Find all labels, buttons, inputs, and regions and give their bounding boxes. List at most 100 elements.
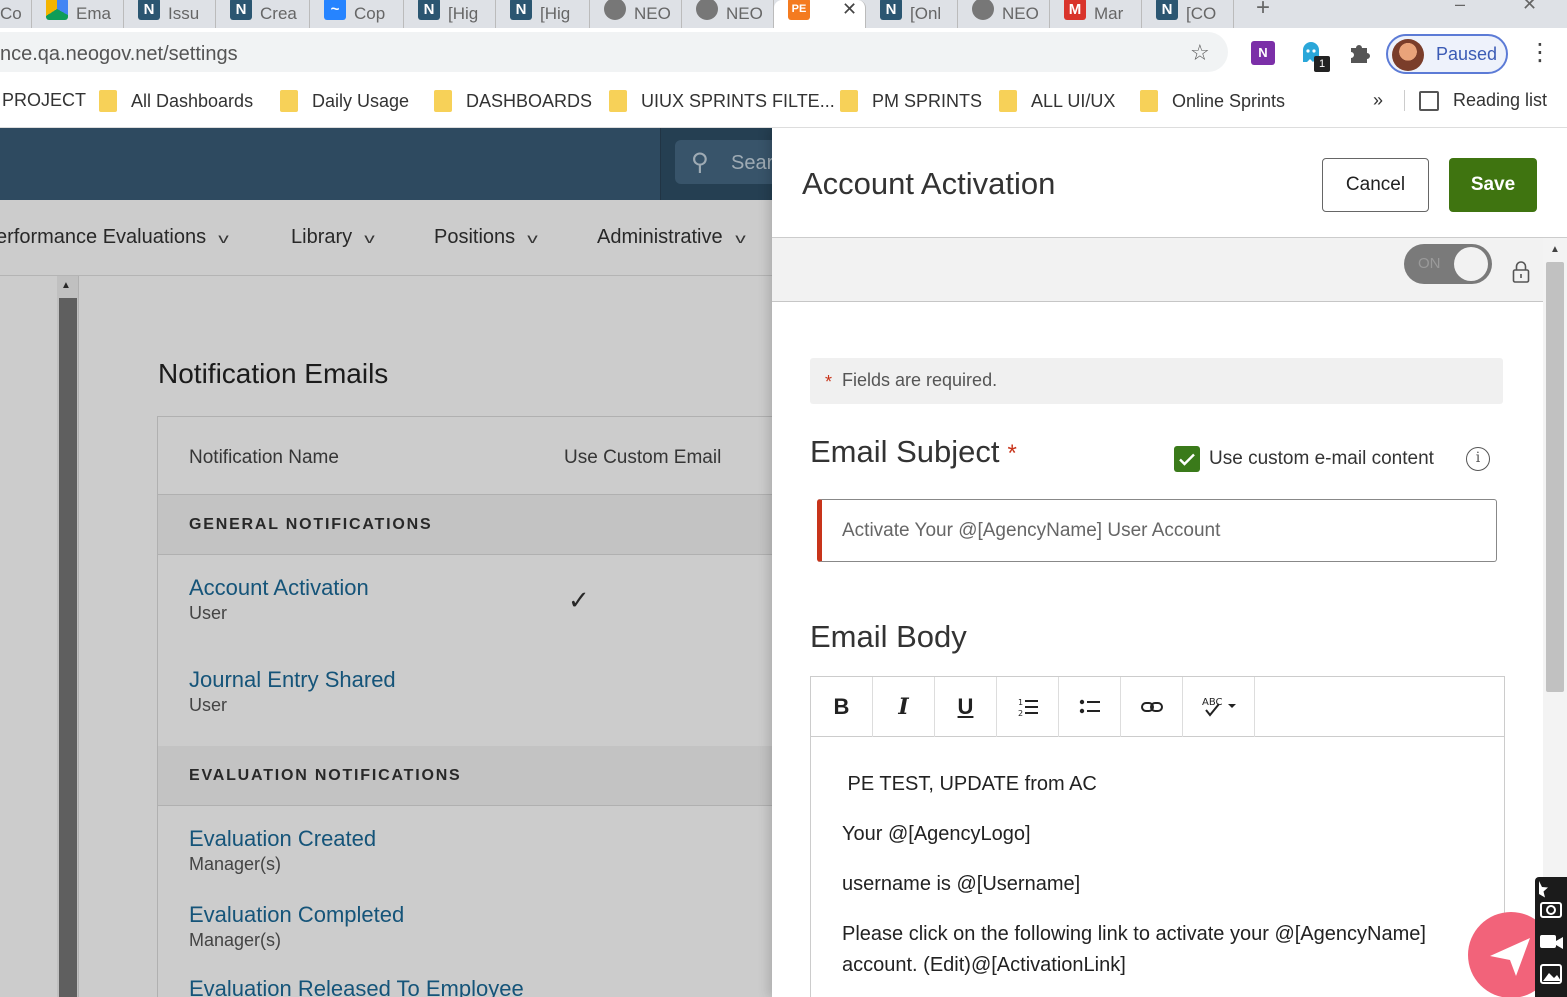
cancel-button[interactable]: Cancel [1322, 158, 1429, 212]
notion-icon: N [230, 0, 252, 20]
bullet-list-button[interactable] [1059, 677, 1121, 737]
custom-content-label: Use custom e-mail content [1209, 448, 1434, 469]
close-window-icon[interactable]: ✕ [1522, 0, 1537, 15]
bookmark-item[interactable]: Online Sprints [1140, 90, 1285, 112]
close-tab-icon[interactable]: ✕ [842, 0, 857, 20]
app-viewport: ⚲ Sear erformance Evaluations v Library v … [0, 128, 1567, 997]
browser-tab[interactable]: N Crea [216, 0, 310, 28]
extension-badge: 1 [1314, 56, 1330, 72]
globe-icon [696, 0, 718, 20]
email-subject-input[interactable] [817, 499, 1497, 562]
tab-label: [Hig [540, 4, 571, 23]
bookmark-item[interactable]: All Dashboards [99, 90, 253, 112]
bold-button[interactable]: B [811, 677, 873, 737]
camera-icon[interactable] [1540, 902, 1562, 918]
editor-content[interactable]: PE TEST, UPDATE from AC Your @[AgencyLog… [842, 769, 1482, 997]
italic-icon: I [898, 694, 909, 720]
confluence-icon: ~ [324, 0, 346, 20]
link-button[interactable] [1121, 677, 1183, 737]
browser-tab[interactable]: N [Hig [404, 0, 496, 28]
drawer-header: Account Activation Cancel Save [772, 128, 1567, 238]
custom-content-checkbox[interactable] [1174, 446, 1200, 472]
star-icon[interactable] [1539, 881, 1548, 898]
tab-label: NEO [634, 4, 671, 23]
browser-tab[interactable]: NEO [958, 0, 1050, 28]
bookmark-label: Online Sprints [1172, 90, 1286, 111]
required-fields-note: * Fields are required. [810, 358, 1503, 404]
tab-label: Co [0, 4, 22, 23]
browser-tab-strip: Co Ema N Issu N Crea ~ Cop N [Hig N [Hig NEO … [0, 0, 1567, 28]
info-icon[interactable]: i [1466, 447, 1490, 471]
bookmark-label: UIUX SPRINTS FILTE... [641, 90, 835, 111]
italic-button[interactable]: I [873, 677, 935, 737]
browser-tab[interactable]: NEO [590, 0, 682, 28]
edit-notification-drawer: Account Activation Cancel Save ON ▲ * Fi… [772, 128, 1567, 997]
onenote-icon[interactable]: N [1250, 40, 1276, 66]
bookmark-item[interactable]: PROJECT [2, 90, 86, 111]
folder-icon [99, 90, 117, 112]
toggle-knob [1454, 247, 1488, 281]
browser-tab[interactable]: N Issu [124, 0, 216, 28]
body-line: username is @[Username] [842, 873, 1081, 895]
reading-list-button[interactable]: Reading list [1404, 90, 1547, 111]
pe-icon: PE [788, 0, 810, 20]
browser-tab[interactable]: Co [0, 0, 32, 28]
browser-tab[interactable]: NEO [682, 0, 774, 28]
address-bar[interactable]: nce.qa.neogov.net/settings ☆ [0, 32, 1228, 72]
profile-status: Paused [1436, 44, 1498, 64]
browser-tab[interactable]: N [Onl [866, 0, 958, 28]
bullet-list-icon [1079, 699, 1100, 714]
status-bar: ON [772, 238, 1543, 302]
bookmark-star-icon[interactable]: ☆ [1190, 40, 1210, 66]
profile-button[interactable]: Paused [1386, 34, 1508, 74]
scrollbar-thumb[interactable] [1546, 262, 1564, 692]
browser-tab[interactable]: ~ Cop [310, 0, 404, 28]
folder-icon [434, 90, 452, 112]
new-tab-icon[interactable]: + [1256, 0, 1270, 22]
svg-text:ABC: ABC [1202, 697, 1223, 708]
link-icon [1140, 702, 1163, 712]
ordered-list-button[interactable]: 12 [997, 677, 1059, 737]
ordered-list-icon: 12 [1018, 698, 1038, 718]
browser-tab[interactable]: M Mar [1050, 0, 1142, 28]
spellcheck-button[interactable]: ABC [1183, 677, 1255, 737]
browser-tab-active[interactable]: PE ✕ [774, 0, 866, 28]
tab-label: [Hig [448, 4, 479, 23]
bookmark-item[interactable]: Daily Usage [280, 90, 409, 112]
notion-icon: N [1156, 0, 1178, 20]
toggle-label: ON [1418, 255, 1441, 272]
body-line: Please click on the following link to ac… [842, 923, 1426, 976]
minimize-icon[interactable]: – [1455, 0, 1465, 15]
tab-label: Issu [168, 4, 200, 23]
bookmark-item[interactable]: PM SPRINTS [840, 90, 982, 112]
bookmarks-overflow-button[interactable]: » [1373, 90, 1383, 111]
globe-icon [604, 0, 626, 20]
bookmark-label: Daily Usage [312, 90, 410, 111]
notion-icon: N [418, 0, 440, 20]
video-icon[interactable] [1540, 935, 1563, 949]
browser-tab[interactable]: N [CO [1142, 0, 1234, 28]
body-line: Your @[AgencyLogo] [842, 823, 1031, 845]
notion-icon: N [138, 0, 160, 20]
lock-icon [1512, 261, 1530, 283]
scroll-up-icon[interactable]: ▲ [1550, 244, 1560, 255]
browser-tab[interactable]: N [Hig [496, 0, 590, 28]
bookmark-item[interactable]: ALL UI/UX [999, 90, 1115, 112]
extensions-puzzle-icon[interactable] [1346, 40, 1372, 66]
modal-backdrop[interactable] [0, 128, 800, 997]
ghost-extension-icon[interactable]: 1 [1298, 40, 1330, 72]
bookmark-label: PROJECT [2, 90, 87, 110]
browser-menu-icon[interactable]: ⋮ [1528, 38, 1552, 67]
rich-text-editor: B I U 12 ABC PE TEST, UPDATE from AC You… [810, 676, 1505, 997]
notion-icon: N [510, 0, 532, 20]
overflow-chevron: » [1373, 90, 1384, 110]
bookmark-item[interactable]: DASHBOARDS [434, 90, 592, 112]
email-body-label: Email Body [810, 619, 967, 654]
active-toggle[interactable]: ON [1404, 244, 1492, 284]
save-button[interactable]: Save [1449, 158, 1537, 212]
bookmark-item[interactable]: UIUX SPRINTS FILTE... [609, 90, 835, 112]
underline-button[interactable]: U [935, 677, 997, 737]
browser-tab[interactable]: Ema [32, 0, 124, 28]
label-text: Email Subject [810, 434, 1000, 469]
gallery-icon[interactable] [1540, 964, 1562, 984]
